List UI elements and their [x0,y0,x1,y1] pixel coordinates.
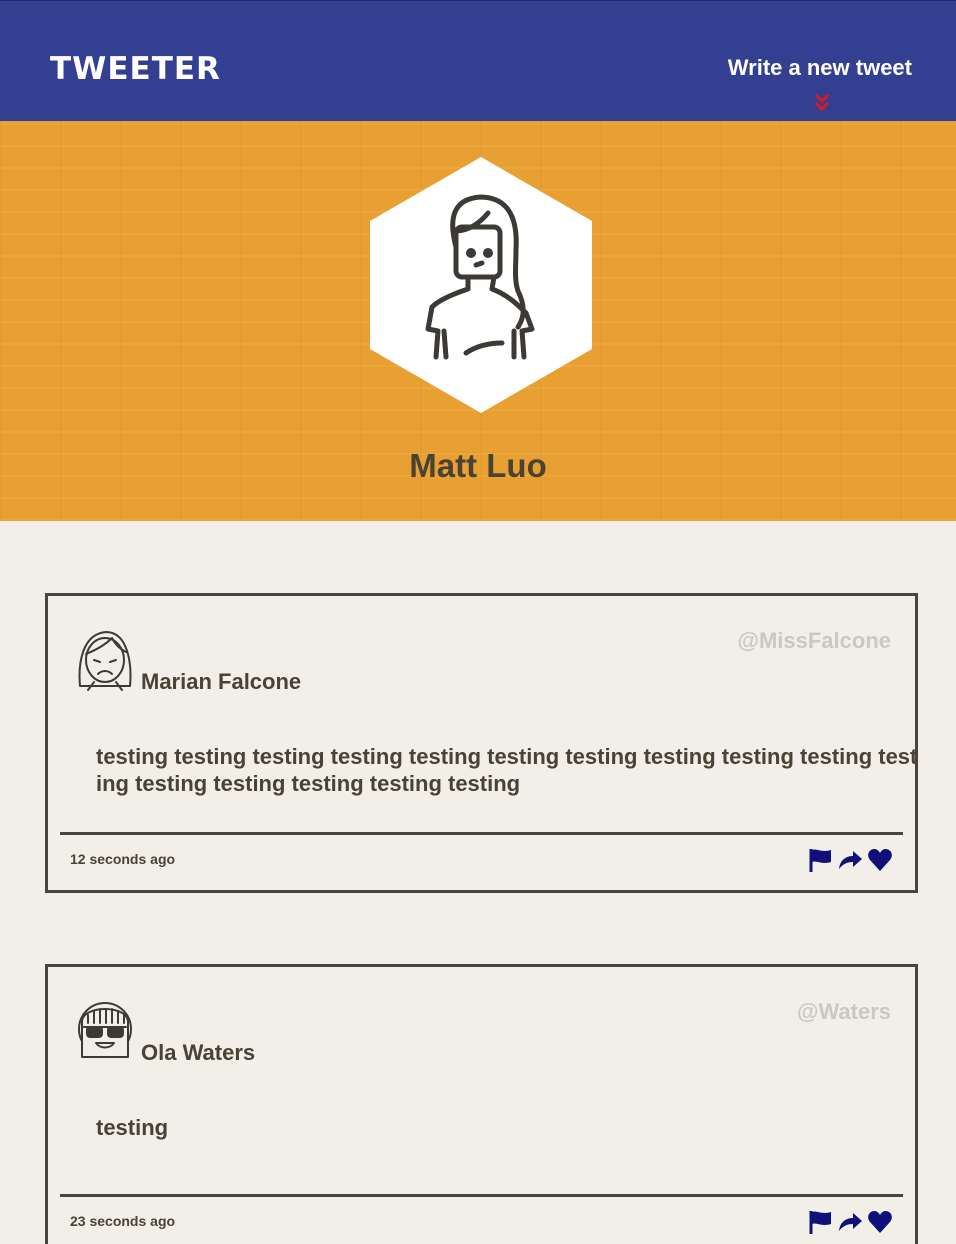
profile-header: Matt Luo [0,121,956,521]
profile-avatar [370,157,592,413]
woman-sunglasses-avatar-icon [78,1002,132,1058]
double-chevron-down-icon[interactable] [814,93,830,113]
tweet-card: Ola Waters @Waters testing 23 seconds ag… [45,964,918,1244]
tweet-author-handle: @Waters [797,999,891,1024]
woman-frowning-avatar-icon [78,631,132,691]
profile-name: Matt Luo [409,447,547,484]
compose-tweet-button[interactable]: Write a new tweet [712,57,912,112]
tweet-actions [807,847,893,873]
flag-icon[interactable] [807,1209,833,1235]
tweet-author-name: Marian Falcone [141,669,302,694]
tweet-card: Marian Falcone @MissFalcone testing test… [45,593,918,893]
tweet-timestamp: 23 seconds ago [70,1213,176,1229]
tweet-content: testing testing testing testing testing … [96,744,918,796]
tweet-actions [807,1209,893,1235]
compose-tweet-label[interactable]: Write a new tweet [712,57,912,79]
retweet-icon[interactable] [837,1209,863,1235]
retweet-icon[interactable] [837,847,863,873]
tweet-timestamp: 12 seconds ago [70,851,176,867]
tweet-author-name: Ola Waters [141,1040,256,1065]
flag-icon[interactable] [807,847,833,873]
tweet-author-handle: @MissFalcone [737,628,892,653]
navbar: TWEETER Write a new tweet [0,0,956,121]
heart-icon[interactable] [867,1209,893,1235]
tweet-footer: 23 seconds ago [60,1194,903,1244]
tweet-content: testing [96,1115,169,1140]
brand-logo[interactable]: TWEETER [50,54,221,85]
tweet-footer: 12 seconds ago [60,832,903,892]
heart-icon[interactable] [867,847,893,873]
